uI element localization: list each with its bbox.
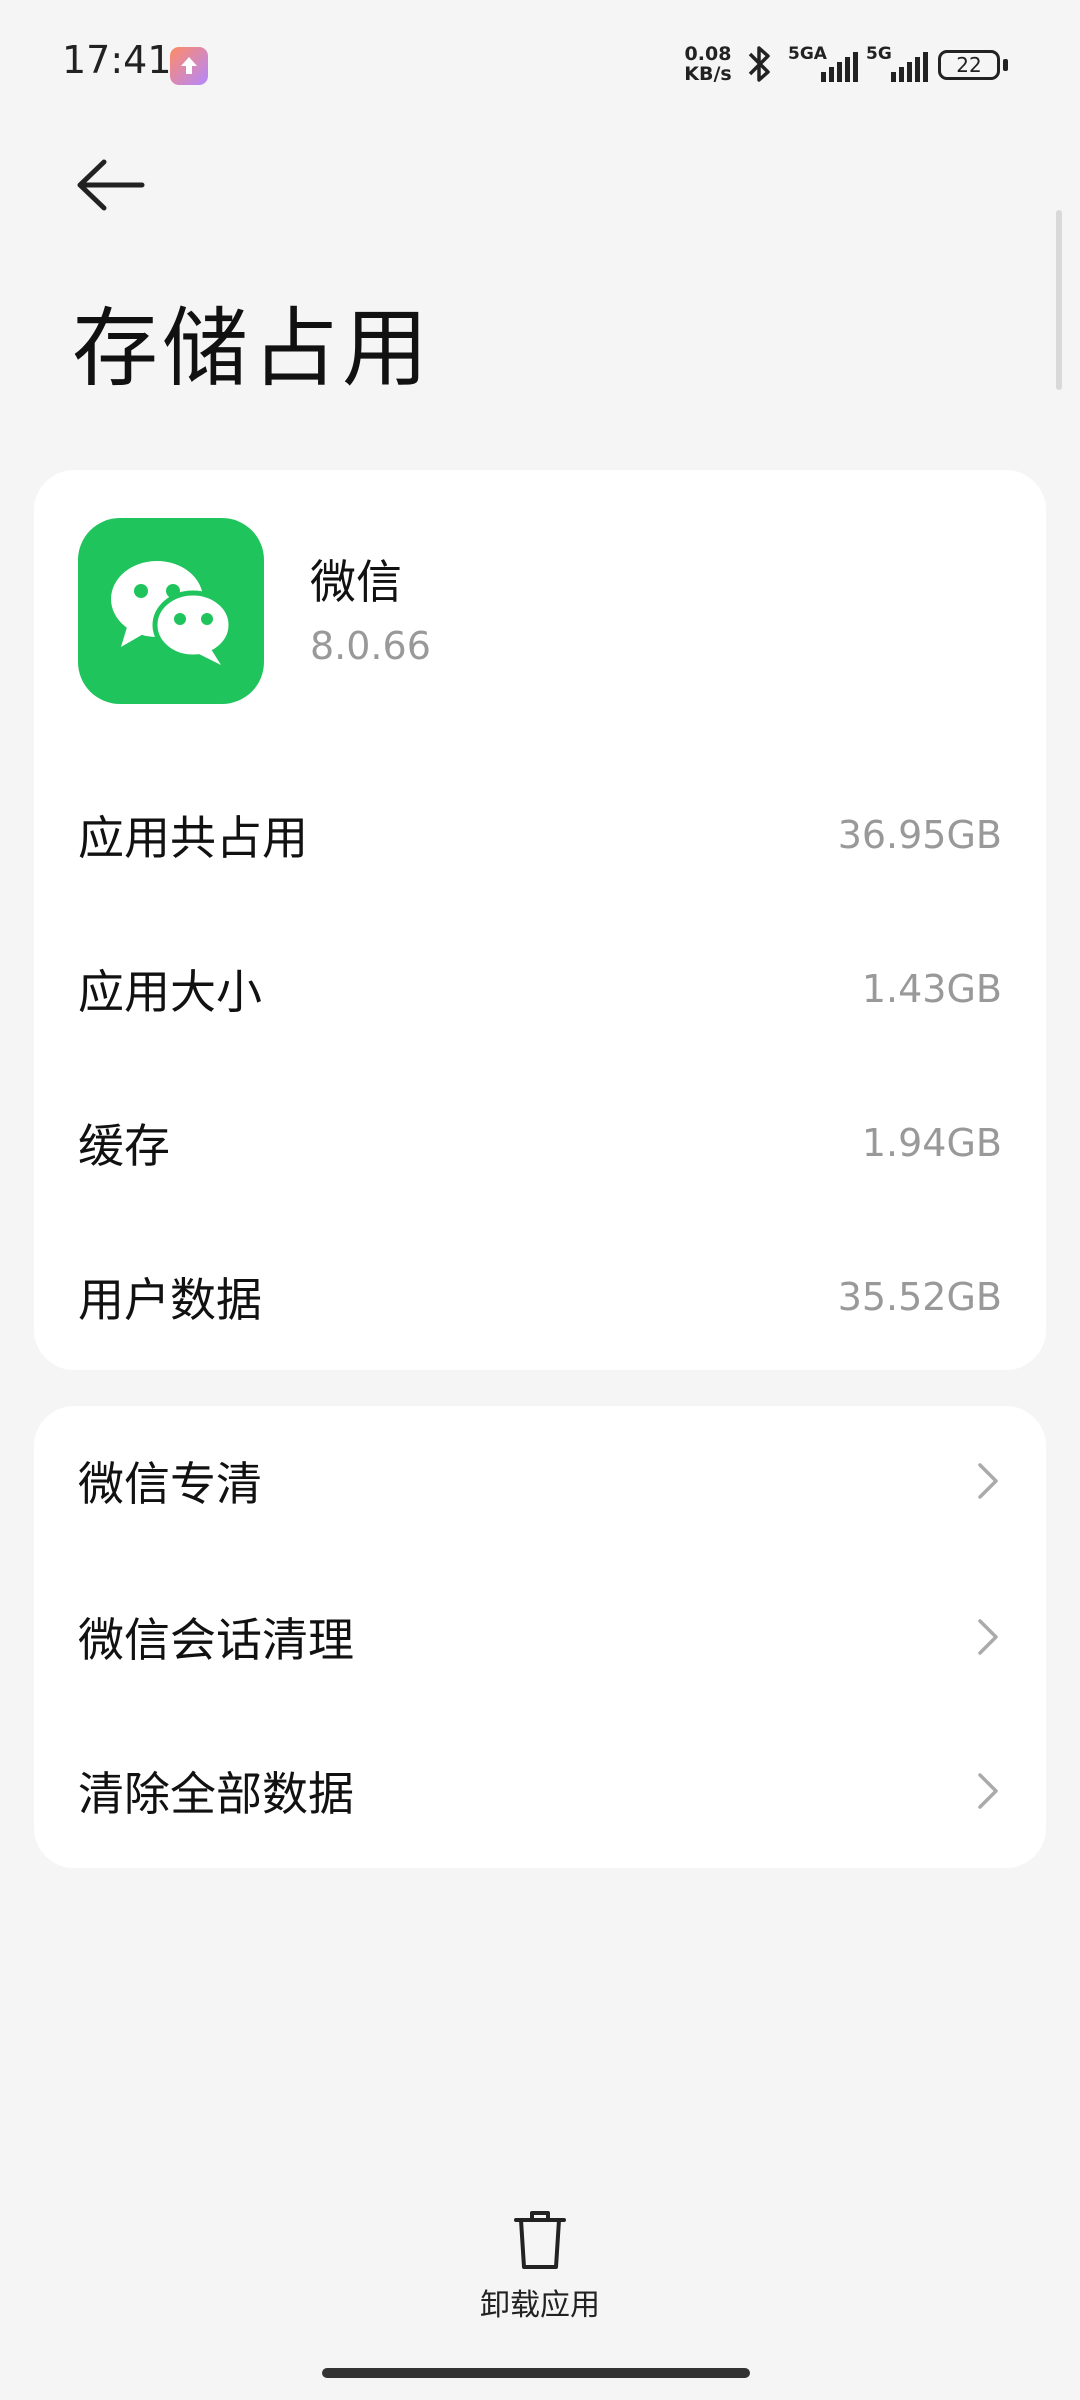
chevron-right-icon bbox=[978, 1619, 998, 1655]
bluetooth-icon bbox=[748, 46, 770, 82]
signal-sim1-icon: 5GA bbox=[788, 44, 858, 84]
storage-card: 微信 8.0.66 应用共占用 36.95GB 应用大小 1.43GB 缓存 1… bbox=[34, 470, 1046, 1370]
network-speed: 0.08 KB/s bbox=[684, 43, 732, 85]
storage-row-app-size: 应用大小 1.43GB bbox=[78, 965, 1002, 1019]
page-title: 存储占用 bbox=[72, 299, 432, 399]
storage-row-user-data: 用户数据 35.52GB bbox=[78, 1273, 1002, 1327]
signal-sim2-icon: 5G bbox=[866, 44, 928, 84]
app-name: 微信 bbox=[310, 555, 402, 609]
battery-icon: 22 bbox=[938, 50, 1000, 80]
storage-row-total: 应用共占用 36.95GB bbox=[78, 811, 1002, 865]
wechat-icon bbox=[78, 518, 264, 704]
uninstall-button[interactable]: 卸载应用 bbox=[440, 2200, 640, 2323]
chevron-right-icon bbox=[978, 1773, 998, 1809]
home-indicator[interactable] bbox=[322, 2368, 750, 2378]
app-store-notification-icon bbox=[170, 47, 208, 85]
back-arrow-icon[interactable] bbox=[72, 150, 152, 220]
app-header: 微信 8.0.66 bbox=[78, 518, 978, 708]
battery-tip bbox=[1003, 59, 1008, 71]
trash-icon bbox=[514, 2211, 566, 2269]
scroll-indicator bbox=[1056, 210, 1062, 390]
action-chat-cleanup[interactable]: 微信会话清理 bbox=[34, 1562, 1046, 1712]
storage-row-cache: 缓存 1.94GB bbox=[78, 1119, 1002, 1173]
action-wechat-clean[interactable]: 微信专清 bbox=[34, 1406, 1046, 1556]
uninstall-label: 卸载应用 bbox=[480, 2288, 600, 2323]
app-version: 8.0.66 bbox=[310, 624, 431, 668]
chevron-right-icon bbox=[978, 1463, 998, 1499]
action-clear-all-data[interactable]: 清除全部数据 bbox=[34, 1716, 1046, 1866]
actions-card: 微信专清 微信会话清理 清除全部数据 bbox=[34, 1406, 1046, 1868]
status-time: 17:41 bbox=[62, 38, 172, 82]
status-bar: 17:41 0.08 KB/s 5GA 5G 22 bbox=[0, 0, 1080, 130]
